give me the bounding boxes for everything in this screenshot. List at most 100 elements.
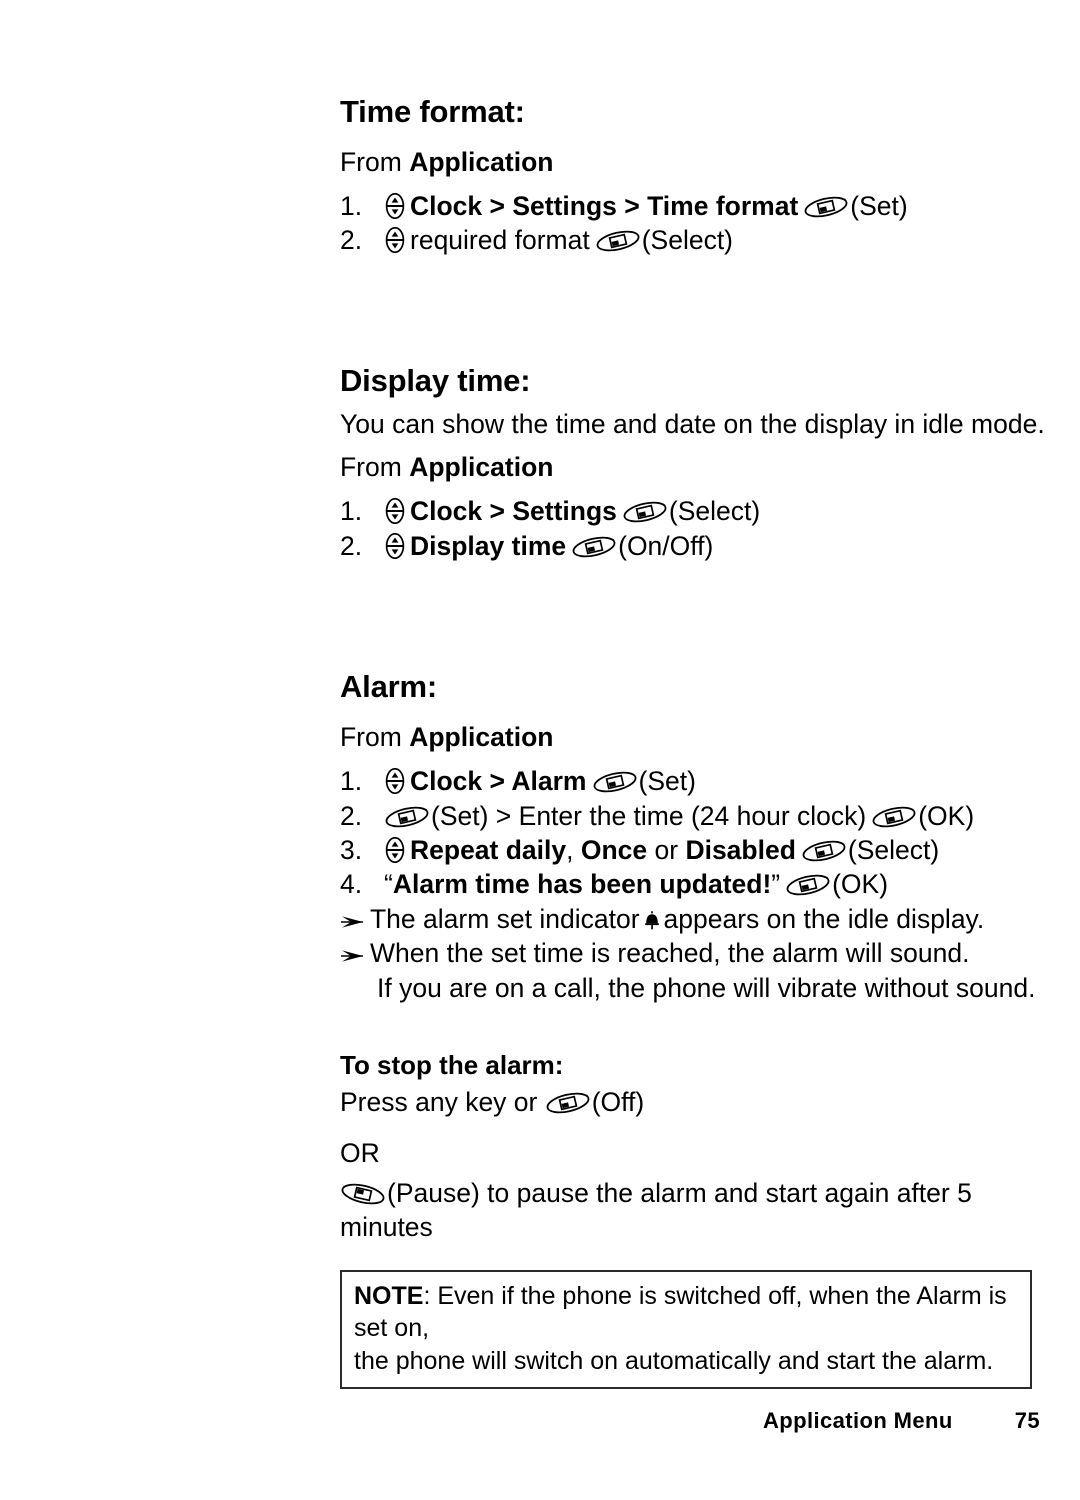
step-bold-text: Display time: [410, 530, 567, 561]
navigation-key-icon: [385, 498, 405, 525]
step-bold-text: Clock > Alarm: [410, 766, 587, 797]
note-line-1: NOTE: Even if the phone is switched off,…: [354, 1280, 1018, 1345]
from-target: Application: [409, 146, 554, 177]
softkey-label-off: (Off): [591, 1086, 645, 1117]
soft-key-icon: [800, 838, 847, 865]
navigation-key-icon: [385, 192, 405, 219]
quote-close: ”: [771, 869, 781, 900]
soft-key-icon: [785, 872, 832, 899]
step-body: required format (Select): [384, 223, 733, 257]
softkey-label: (Set): [638, 766, 696, 797]
step-item: 1. Clock > Settings (Select): [340, 494, 1040, 528]
arrow-bullet-icon: [340, 949, 364, 963]
display-time-intro: You can show the time and date on the di…: [340, 409, 1045, 440]
step-body: Display time (On/Off): [384, 529, 713, 563]
from-line-display-time: From Application: [340, 450, 1040, 484]
bullet-item: The alarm set indicator appears on the id…: [340, 902, 1040, 936]
step-body: Repeat daily, Once or Disabled (Select): [384, 833, 939, 867]
step-number: 2.: [340, 530, 363, 561]
step-plain-text: required format: [410, 225, 590, 256]
softkey-label: (Select): [847, 835, 940, 866]
quote-open: “: [384, 869, 393, 900]
soft-key-icon: [621, 499, 668, 526]
bullet-text-pre: The alarm set indicator: [370, 903, 640, 934]
navigation-key-icon: [385, 837, 405, 864]
section-heading-time-format: Time format:: [340, 94, 525, 129]
step-item: 2. required format (Select): [340, 223, 1040, 257]
soft-key-icon: [571, 533, 618, 560]
from-prefix: From: [340, 451, 410, 482]
step-body: (Set) > Enter the time (24 hour clock) (O…: [384, 799, 974, 833]
from-prefix: From: [340, 146, 410, 177]
subheading-to-stop-the-alarm: To stop the alarm:: [340, 1050, 564, 1081]
from-line-alarm: From Application: [340, 720, 1040, 754]
bullet-item: When the set time is reached, the alarm …: [340, 936, 1040, 970]
pause-instruction-line: (Pause) to pause the alarm and start aga…: [340, 1176, 980, 1245]
step-item: 2. Display time (On/Off): [340, 529, 1040, 563]
navigation-key-icon: [385, 532, 405, 559]
navigation-key-icon: [385, 768, 405, 795]
lead-softkey-label: (Set): [431, 800, 489, 831]
bullet-text-post: appears on the idle display.: [663, 903, 985, 934]
page-footer: Application Menu 75: [340, 1408, 1040, 1434]
note-box: NOTE: Even if the phone is switched off,…: [340, 1269, 1032, 1390]
step-number: 1.: [340, 496, 363, 527]
step-item: 3. Repeat daily, Once or Disabled (Select…: [340, 833, 1040, 867]
step-separator-a: ,: [566, 835, 581, 866]
section-heading-display-time: Display time:: [340, 362, 531, 398]
step-body: “Alarm time has been updated!” (OK): [384, 867, 888, 901]
alarm-bell-icon: [643, 910, 660, 930]
step-item: 1. Clock > Settings > Time format (Set): [340, 189, 1040, 223]
soft-key-icon: [544, 1089, 591, 1116]
footer-chapter-title: Application Menu: [762, 1408, 953, 1433]
step-body: Clock > Alarm (Set): [384, 764, 696, 798]
soft-key-flipped-icon: [340, 1180, 386, 1207]
soft-key-icon: [803, 193, 850, 220]
softkey-label: (OK): [832, 869, 889, 900]
step-number: 1.: [340, 190, 363, 221]
bullet-body: The alarm set indicator appears on the id…: [370, 902, 984, 936]
step-separator-b: or: [647, 835, 686, 866]
from-target: Application: [409, 451, 554, 482]
from-prefix: From: [340, 721, 410, 752]
press-any-key-line: Press any key or (Off): [340, 1085, 1040, 1119]
step-number: 3.: [340, 835, 363, 866]
softkey-label: (Select): [668, 496, 761, 527]
arrow-bullet-icon: [340, 915, 364, 929]
note-line-2: the phone will switch on automatically a…: [354, 1346, 994, 1375]
step-number: 1.: [340, 766, 363, 797]
soft-key-icon: [384, 803, 430, 830]
step-plain-text: > Enter the time (24 hour clock): [488, 800, 867, 831]
softkey-label-pause: (Pause): [387, 1177, 480, 1208]
from-line-time-format: From Application: [340, 145, 1040, 179]
softkey-label: (Set): [850, 190, 908, 221]
navigation-key-icon: [385, 227, 405, 254]
press-any-key-text: Press any key or: [340, 1086, 545, 1117]
note-label: NOTE: [354, 1281, 424, 1310]
arrow-bullet-wrap: [340, 903, 370, 937]
step-body: Clock > Settings > Time format (Set): [384, 189, 908, 223]
softkey-label: (Select): [641, 225, 734, 256]
document-page: Time format: From Application 1. Clock >…: [340, 0, 1045, 1500]
from-target: Application: [409, 721, 554, 752]
bullet-body: When the set time is reached, the alarm …: [370, 938, 970, 969]
step-bold-option-c: Disabled: [685, 835, 796, 866]
step-body: Clock > Settings (Select): [384, 494, 760, 528]
step-number: 4.: [340, 869, 363, 900]
step-bold-option-a: Repeat daily: [410, 835, 567, 866]
step-bold-text: Clock > Settings > Time format: [410, 190, 799, 221]
step-bold-text: Alarm time has been updated!: [392, 869, 772, 900]
section-heading-alarm: Alarm:: [340, 669, 437, 705]
step-item: 1. Clock > Alarm (Set): [340, 764, 1040, 798]
step-number: 2.: [340, 225, 363, 256]
arrow-bullet-wrap: [340, 937, 370, 971]
soft-key-icon: [591, 769, 638, 796]
bullet-continuation-line: If you are on a call, the phone will vib…: [377, 972, 1036, 1003]
note-line-1-text: : Even if the phone is switched off, whe…: [354, 1281, 1007, 1343]
step-item: 4. “Alarm time has been updated!” (OK): [340, 867, 1040, 901]
step-bold-option-b: Once: [580, 835, 648, 866]
softkey-label: (OK): [918, 800, 975, 831]
soft-key-icon: [594, 228, 641, 255]
soft-key-icon: [871, 803, 918, 830]
step-item: 2. (Set) > Enter the time (24 hour clock…: [340, 799, 1040, 833]
